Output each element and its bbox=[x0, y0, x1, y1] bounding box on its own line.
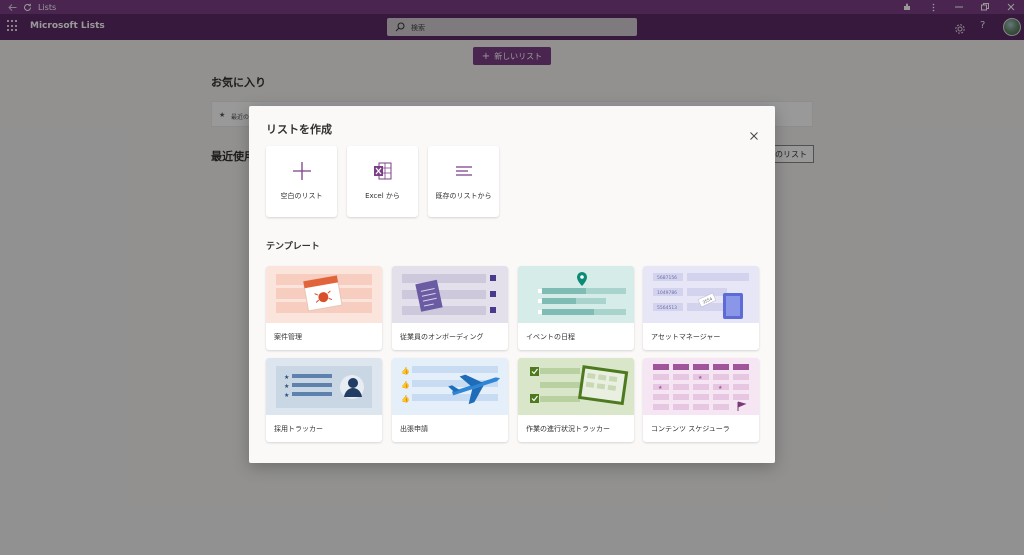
svg-text:★: ★ bbox=[698, 375, 703, 381]
from-excel-card[interactable]: Excel から bbox=[347, 146, 418, 217]
template-name: アセットマネージャー bbox=[651, 333, 721, 341]
asset-manager-illustration: 5687156 1049786 5564513 3554 bbox=[643, 266, 759, 323]
content-scheduler-illustration: ★ ★ ★ bbox=[643, 358, 759, 415]
template-asset-manager[interactable]: 5687156 1049786 5564513 3554 アセットマネージャー bbox=[643, 266, 759, 350]
asset-number: 1049786 bbox=[657, 290, 677, 296]
work-progress-illustration bbox=[518, 358, 634, 415]
template-event-itinerary[interactable]: イベントの日程 bbox=[518, 266, 634, 350]
from-existing-list-card[interactable]: 既存のリストから bbox=[428, 146, 499, 217]
svg-text:★: ★ bbox=[284, 392, 289, 399]
svg-text:★: ★ bbox=[284, 374, 289, 381]
template-name: 従業員のオンボーディング bbox=[400, 333, 484, 341]
onboarding-illustration bbox=[392, 266, 508, 323]
template-name: 作業の進行状況トラッカー bbox=[526, 425, 610, 433]
asset-number: 5564513 bbox=[657, 305, 677, 311]
from-existing-list-label: 既存のリストから bbox=[435, 192, 492, 200]
template-content-scheduler[interactable]: ★ ★ ★ コンテンツ スケジューラ bbox=[643, 358, 759, 442]
event-itinerary-illustration bbox=[518, 266, 634, 323]
template-name: 案件管理 bbox=[274, 333, 302, 341]
svg-text:★: ★ bbox=[658, 385, 663, 391]
template-name: 採用トラッカー bbox=[274, 425, 323, 433]
template-recruitment-tracker[interactable]: ★ ★ ★ 採用トラッカー bbox=[266, 358, 382, 442]
asset-number: 5687156 bbox=[657, 275, 677, 281]
issue-tracker-illustration bbox=[266, 266, 382, 323]
svg-text:👍: 👍 bbox=[401, 366, 410, 375]
template-name: コンテンツ スケジューラ bbox=[651, 425, 730, 433]
template-issue-tracker[interactable]: 案件管理 bbox=[266, 266, 382, 350]
close-icon[interactable] bbox=[749, 126, 759, 140]
plus-icon bbox=[291, 160, 313, 182]
recruitment-illustration: ★ ★ ★ bbox=[266, 358, 382, 415]
blank-list-card[interactable]: 空白のリスト bbox=[266, 146, 337, 217]
dialog-title: リストを作成 bbox=[266, 123, 332, 136]
svg-text:👍: 👍 bbox=[401, 394, 410, 403]
svg-text:★: ★ bbox=[718, 385, 723, 391]
svg-text:★: ★ bbox=[284, 383, 289, 390]
template-travel-requests[interactable]: 👍 👍 👍 出張申請 bbox=[392, 358, 508, 442]
from-excel-label: Excel から bbox=[365, 192, 400, 200]
blank-list-label: 空白のリスト bbox=[280, 192, 323, 200]
excel-icon bbox=[372, 160, 394, 182]
template-name: 出張申請 bbox=[400, 425, 428, 433]
template-work-progress-tracker[interactable]: 作業の進行状況トラッカー bbox=[518, 358, 634, 442]
create-list-dialog: リストを作成 空白のリスト Excel から 既存のリストから テンプレート 案… bbox=[249, 106, 775, 463]
templates-heading: テンプレート bbox=[266, 242, 320, 252]
travel-requests-illustration: 👍 👍 👍 bbox=[392, 358, 508, 415]
existing-list-icon bbox=[453, 160, 475, 182]
template-employee-onboarding[interactable]: 従業員のオンボーディング bbox=[392, 266, 508, 350]
svg-text:👍: 👍 bbox=[401, 380, 410, 389]
template-name: イベントの日程 bbox=[526, 333, 575, 341]
